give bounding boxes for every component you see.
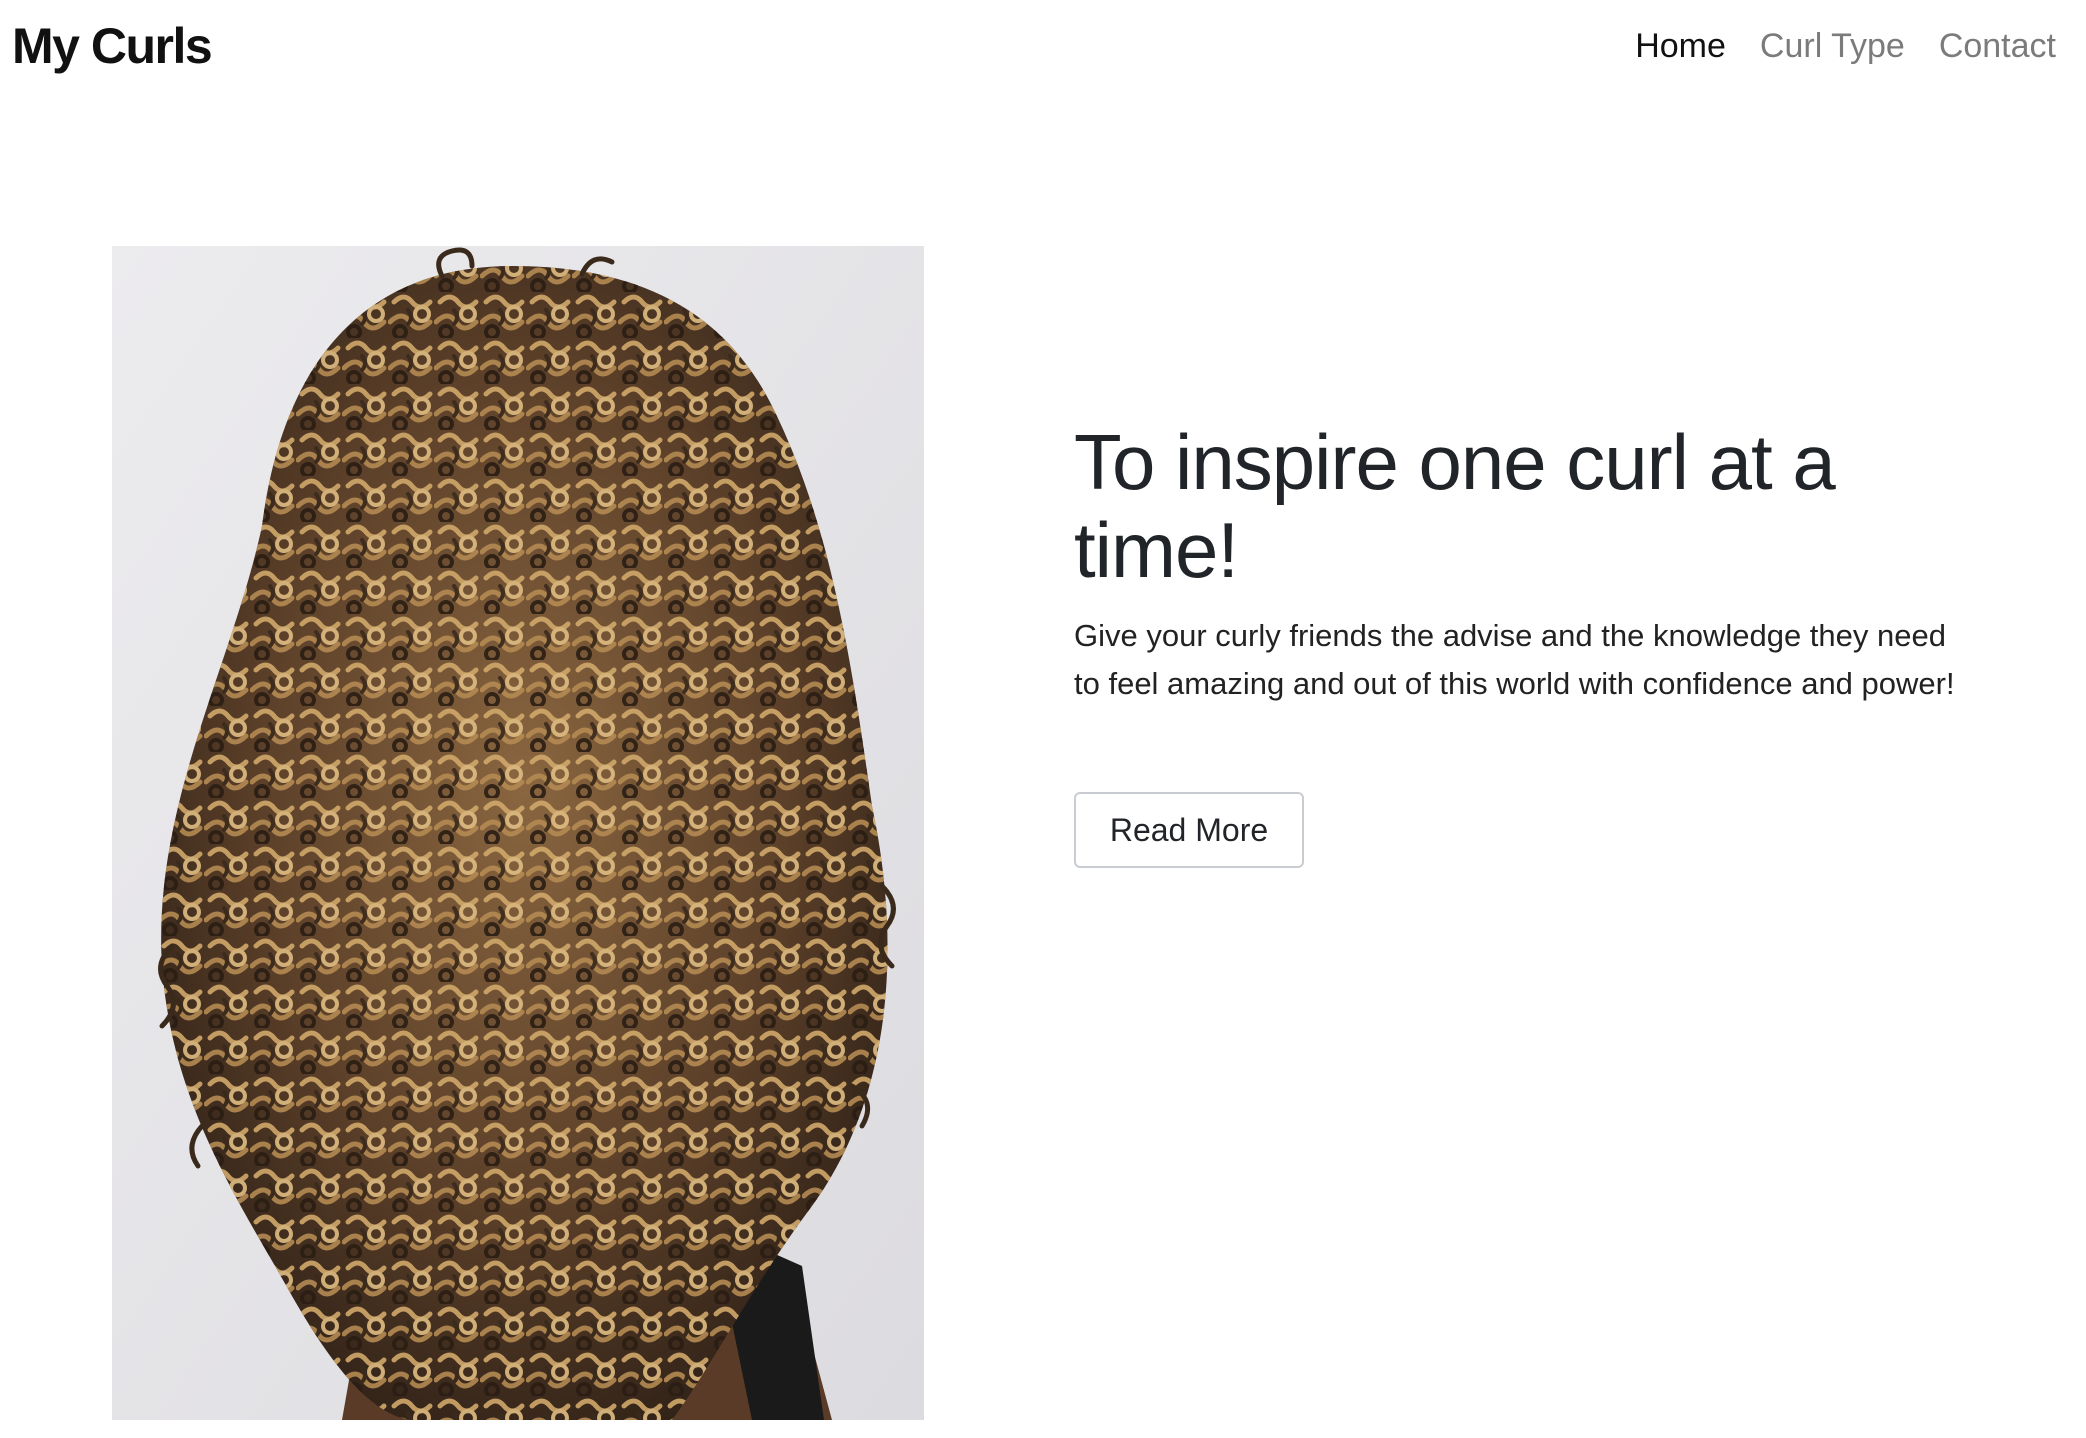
hero-text: To inspire one curl at a time! Give your… xyxy=(1074,418,2014,868)
curly-hair-illustration xyxy=(112,246,924,1420)
nav-link-contact[interactable]: Contact xyxy=(1939,22,2056,70)
hero-image xyxy=(112,246,924,1420)
nav-link-home[interactable]: Home xyxy=(1635,22,1726,70)
page: My Curls Home Curl Type Contact To inspi… xyxy=(0,0,2086,1438)
nav-link-curl-type[interactable]: Curl Type xyxy=(1760,22,1905,70)
navbar: My Curls Home Curl Type Contact xyxy=(0,0,2086,92)
brand-logo[interactable]: My Curls xyxy=(12,14,213,78)
hero-heading: To inspire one curl at a time! xyxy=(1074,418,1836,594)
nav-links: Home Curl Type Contact xyxy=(1635,22,2056,70)
hero-lead: Give your curly friends the advise and t… xyxy=(1074,618,1955,701)
read-more-button[interactable]: Read More xyxy=(1074,792,1304,868)
